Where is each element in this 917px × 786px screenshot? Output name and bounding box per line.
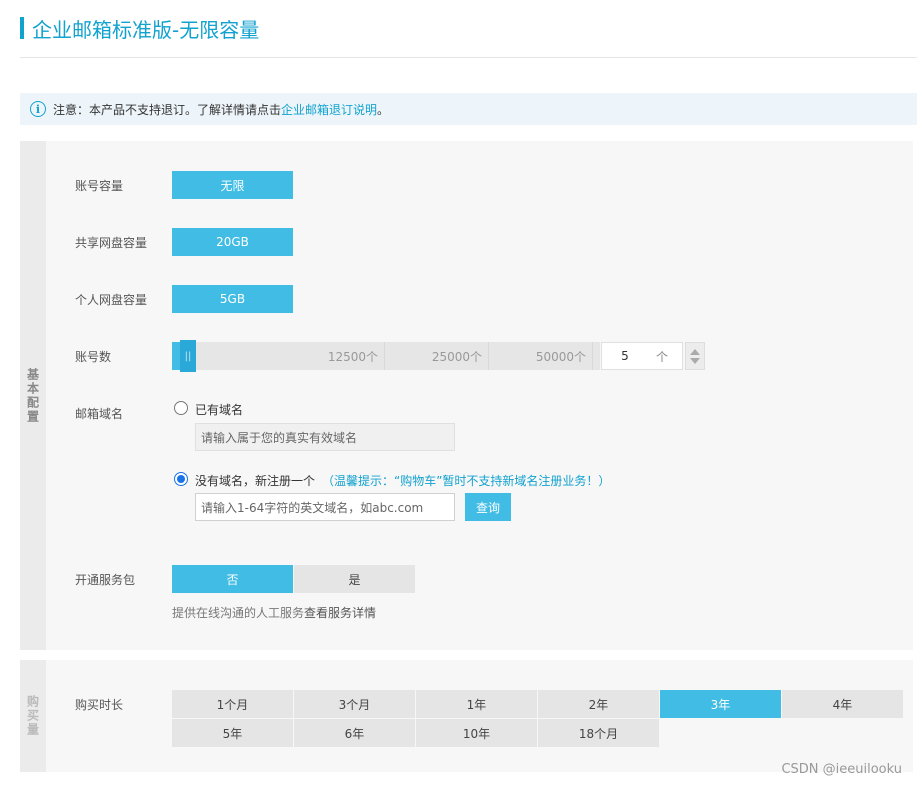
duration-18-months[interactable]: 18个月	[538, 719, 659, 747]
service-pack-no[interactable]: 否	[172, 565, 293, 593]
existing-domain-label: 已有域名	[195, 403, 244, 417]
duration-6-years[interactable]: 6年	[294, 719, 415, 747]
shared-disk-label: 共享网盘容量	[75, 236, 148, 250]
purchase-side-label: 购买量	[25, 695, 40, 737]
query-button[interactable]: 查询	[465, 493, 511, 521]
page-header: 企业邮箱标准版-无限容量	[20, 16, 260, 42]
duration-4-years[interactable]: 4年	[782, 690, 903, 718]
duration-2-years[interactable]: 2年	[538, 690, 659, 718]
purchase-side: 购买量	[20, 660, 46, 772]
service-pack-yes[interactable]: 是	[294, 565, 415, 593]
service-details-link[interactable]: 查看服务详情	[304, 606, 376, 620]
radio-new-domain[interactable]	[174, 472, 188, 486]
personal-disk-option[interactable]: 5GB	[172, 285, 293, 313]
slider-tick-50000: 50000个	[489, 342, 593, 370]
personal-disk-label: 个人网盘容量	[75, 293, 148, 307]
stepper-down-icon[interactable]	[690, 357, 700, 364]
duration-3-years[interactable]: 3年	[660, 690, 781, 718]
duration-10-years[interactable]: 10年	[416, 719, 537, 747]
account-count-input[interactable]: 5 个	[601, 342, 683, 370]
notice-suffix: 。	[377, 102, 390, 117]
account-count-stepper[interactable]	[685, 342, 705, 370]
account-count-label: 账号数	[75, 350, 112, 364]
service-pack-label: 开通服务包	[75, 573, 136, 587]
info-icon: i	[30, 101, 46, 117]
basic-config-label: 基本配置	[25, 367, 40, 424]
domain-tip: （温馨提示：“购物车”暂时不支持新域名注册业务！）	[322, 474, 611, 488]
radio-existing-domain[interactable]	[174, 401, 188, 415]
slider-tick-25000: 25000个	[385, 342, 489, 370]
duration-1-month[interactable]: 1个月	[172, 690, 293, 718]
new-domain-input[interactable]: 请输入1-64字符的英文域名，如abc.com	[195, 493, 455, 521]
existing-domain-input[interactable]: 请输入属于您的真实有效域名	[195, 423, 455, 451]
duration-1-year[interactable]: 1年	[416, 690, 537, 718]
account-count-slider-handle[interactable]: ||	[180, 340, 196, 372]
stepper-up-icon[interactable]	[690, 348, 700, 355]
notice-bar: i 注意：本产品不支持退订。了解详情请点击 企业邮箱退订说明 。	[20, 93, 917, 125]
account-count-value: 5	[621, 349, 629, 363]
shared-disk-option[interactable]: 20GB	[172, 228, 293, 256]
new-domain-label: 没有域名，新注册一个	[195, 474, 316, 488]
duration-label: 购买时长	[75, 698, 124, 712]
unsubscribe-info-link[interactable]: 企业邮箱退订说明	[281, 101, 377, 118]
domain-label: 邮箱域名	[75, 407, 124, 421]
duration-3-months[interactable]: 3个月	[294, 690, 415, 718]
title-accent-bar	[20, 17, 24, 39]
page-title: 企业邮箱标准版-无限容量	[32, 17, 260, 42]
account-count-slider-fill	[172, 342, 180, 370]
basic-config-side: 基本配置	[20, 141, 46, 650]
service-pack-desc-text: 提供在线沟通的人工服务	[172, 606, 305, 620]
account-count-unit: 个	[656, 349, 669, 364]
notice-text: 注意：本产品不支持退订。了解详情请点击	[53, 102, 282, 117]
duration-5-years[interactable]: 5年	[172, 719, 293, 747]
header-divider	[20, 57, 917, 58]
account-capacity-option[interactable]: 无限	[172, 171, 293, 199]
slider-tick-12500: 12500个	[196, 342, 385, 370]
basic-config-panel: 基本配置	[20, 141, 913, 650]
service-pack-desc: 提供在线沟通的人工服务查看服务详情	[172, 604, 376, 621]
watermark: CSDN @ieeuilooku	[781, 762, 902, 777]
account-capacity-label: 账号容量	[75, 179, 124, 193]
